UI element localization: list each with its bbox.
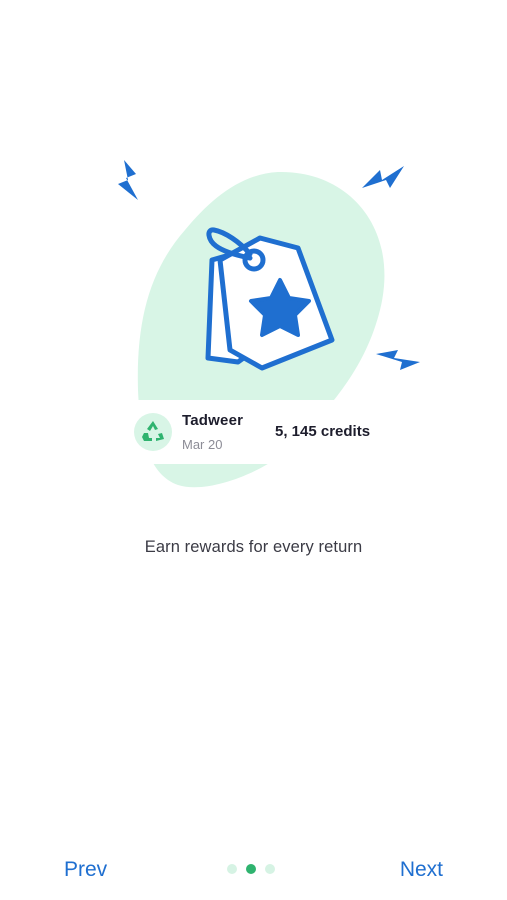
reward-credits: 5, 145 credits bbox=[275, 423, 371, 440]
lightning-icon bbox=[362, 166, 404, 188]
page-dot-1[interactable] bbox=[227, 864, 237, 874]
onboarding-tagline: Earn rewards for every return bbox=[144, 538, 363, 556]
recycle-icon bbox=[142, 421, 164, 441]
avatar bbox=[134, 413, 172, 451]
lightning-icon bbox=[118, 160, 138, 200]
prev-button[interactable]: Prev bbox=[64, 858, 107, 882]
page-dot-3[interactable] bbox=[265, 864, 275, 874]
page-dot-2-active[interactable] bbox=[246, 864, 256, 874]
lightning-icon bbox=[376, 350, 420, 370]
reward-title: Tadweer bbox=[182, 412, 244, 429]
next-button[interactable]: Next bbox=[400, 858, 443, 882]
reward-date: Mar 20 bbox=[182, 437, 223, 452]
reward-card: Tadweer Mar 20 5, 145 credits bbox=[126, 400, 386, 464]
page-indicator bbox=[227, 864, 275, 874]
